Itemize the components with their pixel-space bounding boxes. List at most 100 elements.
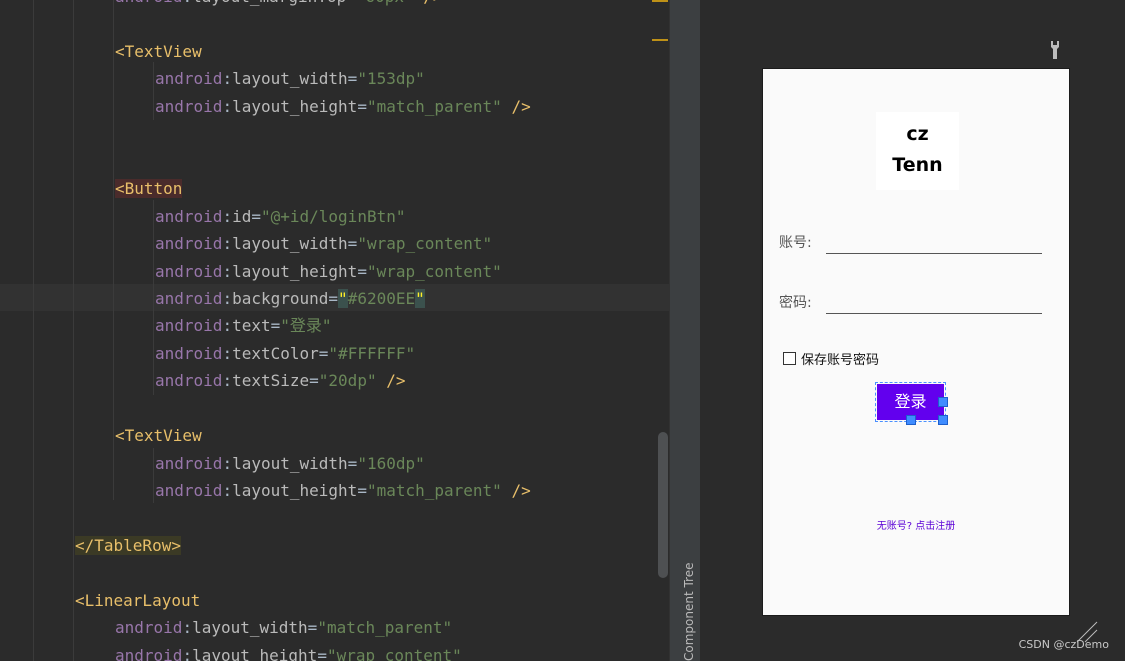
code-token: id — [232, 206, 252, 226]
code-token: android — [115, 618, 183, 638]
code-token: "wrap_content" — [326, 645, 462, 661]
code-token: = — [318, 343, 329, 363]
code-token: = — [307, 618, 318, 638]
code-token: "wrap_content" — [357, 234, 493, 254]
code-line[interactable]: android:layout_height="match_parent" /> — [155, 477, 531, 504]
code-token: android — [155, 481, 223, 501]
password-input[interactable] — [826, 313, 1042, 314]
indent-guide — [153, 448, 154, 503]
code-line[interactable]: <TextView — [115, 422, 202, 449]
code-token: android — [115, 0, 182, 6]
code-token: android — [155, 371, 223, 391]
code-token: /> — [414, 0, 442, 6]
code-token: textColor — [232, 343, 319, 363]
code-token: <TextView — [115, 41, 202, 61]
code-token: layout_height — [232, 261, 358, 281]
code-token: "#FFFFFF" — [328, 343, 416, 363]
code-token: android — [115, 645, 183, 661]
code-token: = — [347, 69, 358, 89]
code-token: = — [328, 288, 339, 308]
code-token: = — [357, 96, 367, 116]
logo-line-1: cz — [906, 123, 929, 145]
code-line[interactable]: android:layout_height="match_parent" /> — [155, 93, 531, 120]
code-line[interactable]: <LinearLayout — [75, 587, 200, 614]
code-line[interactable]: <Button — [115, 175, 183, 202]
code-line[interactable]: android:layout_height="wrap_content" — [155, 258, 502, 285]
code-token: = — [347, 234, 358, 254]
code-token: : — [222, 371, 233, 391]
code-line[interactable]: android:layout_height="wrap_content" — [115, 642, 462, 661]
code-token: "wrap_content" — [366, 261, 502, 281]
code-line[interactable]: android:layout_marginTop="60px" /> — [115, 0, 443, 10]
code-token: <TextView — [115, 426, 202, 446]
selection-handle[interactable] — [938, 397, 948, 407]
code-token: "20dp" — [318, 371, 377, 391]
indent-guide — [153, 62, 154, 120]
code-token: "match_parent" — [366, 96, 502, 116]
code-token: layout_width — [232, 453, 348, 473]
code-line[interactable]: android:layout_width="wrap_content" — [155, 230, 492, 257]
warning-stripe[interactable] — [652, 0, 668, 2]
code-token: /> — [501, 481, 531, 501]
component-tree-tab[interactable]: Component Tree — [682, 563, 696, 661]
code-token: = — [309, 371, 319, 391]
code-token: : — [182, 645, 193, 661]
code-line[interactable]: </TableRow> — [75, 532, 181, 559]
code-token: "登录" — [280, 316, 332, 336]
warning-stripe[interactable] — [652, 39, 668, 41]
code-token: layout_height — [232, 96, 358, 116]
code-line[interactable]: android:layout_width="match_parent" — [115, 614, 452, 641]
account-input[interactable] — [826, 253, 1042, 254]
code-line[interactable]: android:textColor="#FFFFFF" — [155, 340, 415, 367]
register-link[interactable]: 无账号? 点击注册 — [763, 517, 1069, 532]
code-token: </TableRow> — [75, 536, 181, 555]
code-editor[interactable]: android:layout_marginTop="60px" /> <TextV… — [0, 0, 669, 661]
code-token: <Button — [115, 179, 183, 199]
indent-guide — [153, 200, 154, 395]
code-line[interactable]: android:background="#6200EE" — [155, 285, 425, 312]
code-token: layout_width — [192, 618, 308, 638]
code-token: " — [338, 288, 348, 308]
code-token: <LinearLayout — [75, 590, 201, 610]
code-token: android — [155, 453, 223, 473]
code-token: android — [155, 261, 223, 281]
wrench-icon[interactable] — [1047, 40, 1063, 60]
code-token: : — [222, 316, 233, 336]
logo-box: cz Tenn — [876, 112, 959, 190]
selection-handle[interactable] — [906, 415, 916, 425]
code-token: : — [222, 453, 233, 473]
code-line[interactable]: android:text="登录" — [155, 312, 332, 339]
code-token: /> — [501, 96, 531, 116]
code-token: android — [155, 316, 223, 336]
csdn-watermark: CSDN @czDemo — [1018, 638, 1109, 651]
code-token: text — [232, 316, 271, 336]
code-token: " — [415, 288, 425, 308]
code-token: /> — [376, 371, 406, 391]
code-token: layout_width — [232, 69, 348, 89]
editor-scrollbar[interactable] — [658, 432, 668, 578]
selection-handle[interactable] — [938, 415, 948, 425]
code-line[interactable]: android:id="@+id/loginBtn" — [155, 203, 405, 230]
code-line[interactable]: android:layout_width="160dp" — [155, 450, 425, 477]
remember-password-checkbox[interactable] — [783, 352, 796, 365]
device-preview-screen[interactable]: cz Tenn 账号: 密码: 保存账号密码 登录 无账号? 点击注册 — [762, 68, 1070, 616]
password-label: 密码: — [779, 295, 812, 311]
code-line[interactable]: android:textSize="20dp" /> — [155, 367, 405, 394]
code-token: = — [317, 645, 327, 661]
code-token: = — [270, 316, 281, 336]
code-line[interactable]: android:layout_width="153dp" — [155, 65, 425, 92]
code-token: layout_height — [192, 645, 318, 661]
code-token: android — [155, 288, 223, 308]
code-token: "60px" — [356, 0, 414, 6]
code-token: : — [222, 288, 233, 308]
code-token: : — [222, 206, 233, 226]
code-token: android — [155, 69, 223, 89]
code-token: : — [222, 234, 233, 254]
code-token: "153dp" — [357, 69, 425, 89]
indent-guide — [113, 0, 114, 500]
code-token: "match_parent" — [366, 481, 502, 501]
code-token: = — [346, 0, 356, 6]
remember-password-label[interactable]: 保存账号密码 — [801, 349, 879, 368]
code-token: background — [232, 288, 329, 308]
code-line[interactable]: <TextView — [115, 38, 202, 65]
